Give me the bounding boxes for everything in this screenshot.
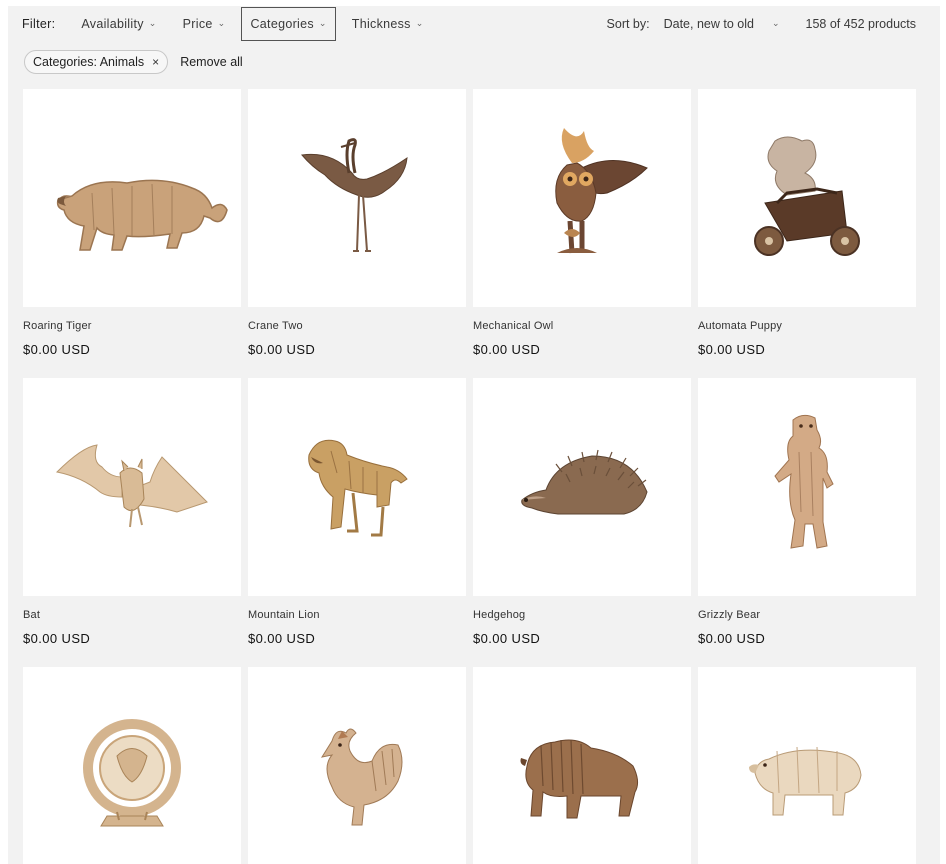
filter-thickness-button[interactable]: Thickness ⌄ — [342, 7, 434, 41]
product-title[interactable]: Grizzly Bear — [698, 609, 916, 621]
product-image-grizzly-bear[interactable] — [698, 378, 916, 596]
facet-pill-label: Categories: Animals — [33, 55, 145, 69]
product-card[interactable]: Roaring Tiger $0.00 USD — [23, 89, 241, 378]
product-price: $0.00 USD — [248, 342, 316, 357]
product-price: $0.00 USD — [23, 631, 91, 646]
filter-price-button[interactable]: Price ⌄ — [173, 7, 236, 41]
chevron-down-icon: ⌄ — [771, 17, 780, 28]
product-image-rooster[interactable] — [248, 667, 466, 864]
product-card[interactable]: Mechanical Owl $0.00 USD — [473, 89, 691, 378]
product-count: 158 of 452 products — [805, 17, 917, 31]
filter-categories-button[interactable]: Categories ⌄ — [241, 7, 336, 41]
product-title[interactable]: Automata Puppy — [698, 320, 916, 332]
collection-page: Filter: Availability ⌄ Price ⌄ Categorie… — [8, 6, 940, 864]
sort-value: Date, new to old — [663, 17, 754, 31]
active-facets: Categories: Animals × Remove all — [24, 50, 243, 74]
product-image-crane-two[interactable] — [248, 89, 466, 307]
product-card[interactable]: Mountain Lion $0.00 USD — [248, 378, 466, 667]
product-price: $0.00 USD — [248, 631, 316, 646]
product-title[interactable]: Mechanical Owl — [473, 320, 691, 332]
product-image-hedgehog[interactable] — [473, 378, 691, 596]
product-card[interactable]: Automata Puppy $0.00 USD — [698, 89, 916, 378]
product-image-medallion[interactable] — [23, 667, 241, 864]
product-card[interactable]: Crane Two $0.00 USD — [248, 89, 466, 378]
product-price: $0.00 USD — [473, 342, 541, 357]
product-price: $0.00 USD — [698, 631, 766, 646]
product-image-mechanical-owl[interactable] — [473, 89, 691, 307]
chevron-down-icon: ⌄ — [318, 17, 327, 28]
sort-area: Sort by: Date, new to old ⌄ 158 of 452 p… — [607, 6, 916, 42]
product-card[interactable] — [248, 667, 466, 864]
product-card[interactable]: Hedgehog $0.00 USD — [473, 378, 691, 667]
remove-all-link[interactable]: Remove all — [180, 55, 243, 69]
chevron-down-icon: ⌄ — [415, 17, 424, 28]
product-price: $0.00 USD — [23, 342, 91, 357]
product-title[interactable]: Hedgehog — [473, 609, 691, 621]
product-title[interactable]: Bat — [23, 609, 241, 621]
product-title[interactable]: Roaring Tiger — [23, 320, 241, 332]
chevron-down-icon: ⌄ — [148, 17, 157, 28]
product-image-pig[interactable] — [698, 667, 916, 864]
product-image-automata-puppy[interactable] — [698, 89, 916, 307]
product-title[interactable]: Mountain Lion — [248, 609, 466, 621]
product-image-mountain-lion[interactable] — [248, 378, 466, 596]
sort-select[interactable]: Date, new to old ⌄ — [664, 17, 780, 31]
facet-pill-categories-animals[interactable]: Categories: Animals × — [24, 50, 169, 74]
product-title[interactable]: Crane Two — [248, 320, 466, 332]
product-card[interactable] — [23, 667, 241, 864]
product-image-roaring-tiger[interactable] — [23, 89, 241, 307]
sort-label: Sort by: — [606, 17, 650, 31]
filter-availability-label: Availability — [81, 17, 144, 31]
product-price: $0.00 USD — [473, 631, 541, 646]
product-grid: Roaring Tiger $0.00 USD Crane Two $0.00 … — [23, 89, 916, 864]
product-image-bat[interactable] — [23, 378, 241, 596]
filter-price-label: Price — [182, 17, 213, 31]
filter-availability-button[interactable]: Availability ⌄ — [71, 7, 166, 41]
filter-label: Filter: — [22, 17, 56, 31]
product-card[interactable]: Bat $0.00 USD — [23, 378, 241, 667]
filter-thickness-label: Thickness — [351, 17, 411, 31]
filter-categories-label: Categories — [250, 17, 314, 31]
product-card[interactable]: Grizzly Bear $0.00 USD — [698, 378, 916, 667]
product-card[interactable] — [698, 667, 916, 864]
close-icon[interactable]: × — [152, 55, 159, 69]
product-price: $0.00 USD — [698, 342, 766, 357]
product-card[interactable] — [473, 667, 691, 864]
product-image-bison[interactable] — [473, 667, 691, 864]
chevron-down-icon: ⌄ — [217, 17, 226, 28]
